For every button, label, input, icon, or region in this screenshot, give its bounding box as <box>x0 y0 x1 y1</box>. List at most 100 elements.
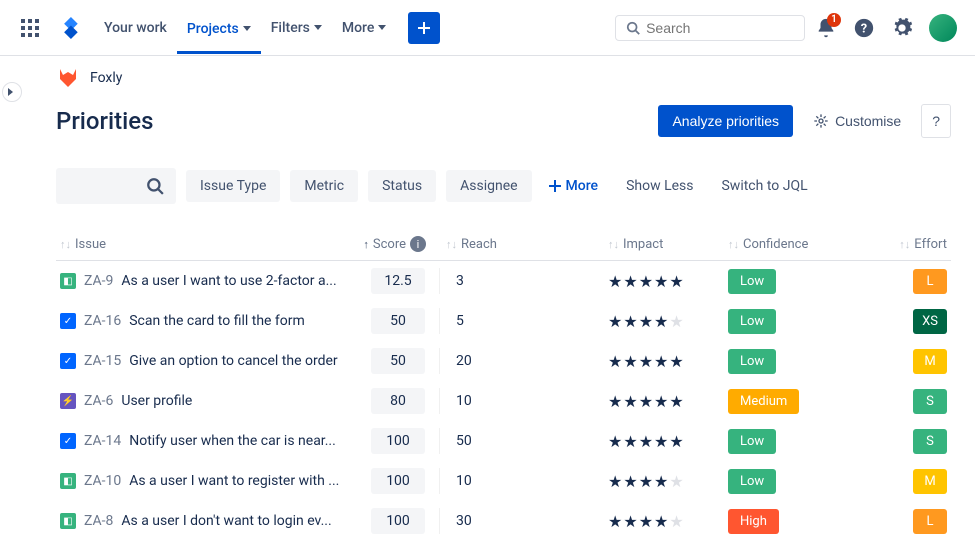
confidence-tag[interactable]: Low <box>728 429 776 454</box>
reach-value[interactable]: 3 <box>440 273 608 289</box>
sidebar-expand-button[interactable] <box>2 82 22 102</box>
breadcrumb[interactable]: Foxly <box>56 66 951 90</box>
table-row[interactable]: ◧ ZA-9 As a user I want to use 2-factor … <box>56 261 951 301</box>
app-switcher-icon[interactable] <box>12 10 48 46</box>
table-row[interactable]: ✓ ZA-14 Notify user when the car is near… <box>56 421 951 461</box>
customise-button[interactable]: Customise <box>801 105 913 137</box>
star-icon: ★ <box>669 312 683 331</box>
profile-avatar[interactable] <box>923 8 963 48</box>
star-icon: ★ <box>654 272 668 291</box>
reach-value[interactable]: 30 <box>440 513 608 529</box>
help-button[interactable]: ? <box>847 11 881 45</box>
effort-tag[interactable]: S <box>913 429 947 454</box>
impact-stars[interactable]: ★★★★★ <box>608 512 728 531</box>
effort-tag[interactable]: L <box>913 509 947 534</box>
effort-tag[interactable]: XS <box>913 309 947 334</box>
column-header-reach[interactable]: ↑↓Reach <box>440 237 608 252</box>
star-icon: ★ <box>654 432 668 451</box>
star-icon: ★ <box>669 512 683 531</box>
nav-your-work[interactable]: Your work <box>94 12 177 44</box>
effort-tag[interactable]: M <box>913 349 947 374</box>
impact-stars[interactable]: ★★★★★ <box>608 432 728 451</box>
score-value[interactable]: 80 <box>371 388 425 414</box>
table-row[interactable]: ⚡ ZA-6 User profile 80 10 ★★★★★ Medium S <box>56 381 951 421</box>
column-header-impact[interactable]: ↑↓Impact <box>608 237 728 252</box>
column-header-confidence[interactable]: ↑↓Confidence <box>728 237 858 252</box>
issue-summary: As a user I don't want to login ev... <box>121 513 331 529</box>
effort-tag[interactable]: S <box>913 389 947 414</box>
filter-chip-status[interactable]: Status <box>368 170 436 202</box>
issue-summary: As a user I want to use 2-factor a... <box>121 273 336 289</box>
column-header-issue[interactable]: ↑↓Issue <box>56 237 346 252</box>
impact-stars[interactable]: ★★★★★ <box>608 272 728 291</box>
confidence-tag[interactable]: Low <box>728 469 776 494</box>
sort-up-icon: ↑ <box>363 238 369 251</box>
impact-stars[interactable]: ★★★★★ <box>608 312 728 331</box>
table-row[interactable]: ✓ ZA-15 Give an option to cancel the ord… <box>56 341 951 381</box>
score-value[interactable]: 50 <box>371 308 425 334</box>
impact-stars[interactable]: ★★★★★ <box>608 352 728 371</box>
reach-value[interactable]: 10 <box>440 393 608 409</box>
confidence-tag[interactable]: Medium <box>728 389 799 414</box>
reach-value[interactable]: 20 <box>440 353 608 369</box>
filter-chip-issue-type[interactable]: Issue Type <box>186 170 280 202</box>
page-title: Priorities <box>56 107 153 135</box>
filter-chip-metric[interactable]: Metric <box>290 170 358 202</box>
star-icon: ★ <box>608 512 622 531</box>
nav-more[interactable]: More <box>332 12 397 44</box>
settings-button[interactable] <box>885 11 919 45</box>
star-icon: ★ <box>608 352 622 371</box>
confidence-tag[interactable]: Low <box>728 309 776 334</box>
confidence-tag[interactable]: Low <box>728 269 776 294</box>
star-icon: ★ <box>654 472 668 491</box>
column-header-score[interactable]: ↑Scorei <box>346 236 440 252</box>
analyze-priorities-button[interactable]: Analyze priorities <box>658 105 793 137</box>
notification-badge: 1 <box>827 13 841 27</box>
score-value[interactable]: 100 <box>371 508 425 534</box>
switch-to-jql-link[interactable]: Switch to JQL <box>721 178 807 194</box>
show-less-link[interactable]: Show Less <box>626 178 693 194</box>
star-icon: ★ <box>639 272 653 291</box>
table-row[interactable]: ◧ ZA-8 As a user I don't want to login e… <box>56 501 951 541</box>
star-icon: ★ <box>639 512 653 531</box>
nav-filters[interactable]: Filters <box>261 12 332 44</box>
score-value[interactable]: 12.5 <box>371 268 425 294</box>
reach-value[interactable]: 5 <box>440 313 608 329</box>
nav-projects[interactable]: Projects <box>177 12 261 54</box>
reach-value[interactable]: 10 <box>440 473 608 489</box>
star-icon: ★ <box>623 512 637 531</box>
filter-bar: Issue Type Metric Status Assignee More Show… <box>56 168 951 204</box>
filter-chip-assignee[interactable]: Assignee <box>446 170 531 202</box>
issue-key: ZA-15 <box>84 353 121 369</box>
reach-value[interactable]: 50 <box>440 433 608 449</box>
column-header-effort[interactable]: ↑↓Effort <box>858 237 951 252</box>
sort-icon: ↑↓ <box>728 238 739 251</box>
search-input[interactable] <box>615 15 805 41</box>
filter-search-button[interactable] <box>56 168 176 204</box>
plus-icon <box>548 179 562 193</box>
confidence-tag[interactable]: Low <box>728 349 776 374</box>
filter-more-button[interactable]: More <box>548 178 599 194</box>
star-icon: ★ <box>639 432 653 451</box>
jira-logo-icon[interactable] <box>52 13 90 43</box>
impact-stars[interactable]: ★★★★★ <box>608 392 728 411</box>
impact-stars[interactable]: ★★★★★ <box>608 472 728 491</box>
score-value[interactable]: 100 <box>371 468 425 494</box>
confidence-tag[interactable]: High <box>728 509 779 534</box>
score-value[interactable]: 100 <box>371 428 425 454</box>
search-icon <box>626 20 640 36</box>
table-row[interactable]: ◧ ZA-10 As a user I want to register wit… <box>56 461 951 501</box>
table-row[interactable]: ✓ ZA-16 Scan the card to fill the form 5… <box>56 301 951 341</box>
notifications-button[interactable]: 1 <box>809 11 843 45</box>
issue-key: ZA-14 <box>84 433 121 449</box>
star-icon: ★ <box>654 352 668 371</box>
create-button[interactable] <box>408 12 440 44</box>
top-navigation: Your work Projects Filters More 1 ? <box>0 0 975 56</box>
page-help-button[interactable]: ? <box>921 104 951 138</box>
effort-tag[interactable]: L <box>913 269 947 294</box>
gear-icon <box>813 113 829 129</box>
issue-key: ZA-10 <box>84 473 121 489</box>
score-value[interactable]: 50 <box>371 348 425 374</box>
star-icon: ★ <box>654 392 668 411</box>
effort-tag[interactable]: M <box>913 469 947 494</box>
